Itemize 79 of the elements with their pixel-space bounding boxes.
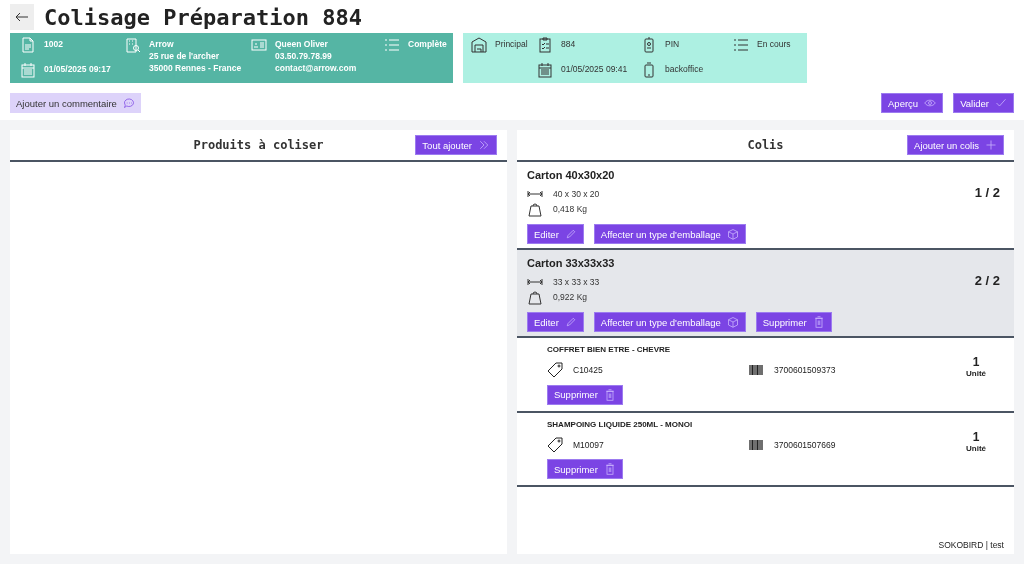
product-quantity: 1 xyxy=(972,429,980,444)
preview-button[interactable]: Aperçu xyxy=(881,93,944,113)
tag-icon xyxy=(547,436,563,453)
customer-line: Arrow xyxy=(149,39,175,49)
pencil-icon xyxy=(564,316,577,328)
device-name: backoffice xyxy=(665,64,704,74)
customer-line: 25 rue de l'archer xyxy=(149,51,221,61)
order-date: 01/05/2025 09:17 xyxy=(44,64,111,74)
warehouse-name: Principal xyxy=(495,39,528,49)
product-reference: C10425 xyxy=(573,365,604,375)
preparation-number: 884 xyxy=(561,39,576,49)
tag-icon xyxy=(547,362,563,378)
delete-button[interactable]: Supprimer xyxy=(755,312,832,332)
barcode-icon xyxy=(748,362,764,378)
product-quantity: 1 xyxy=(972,355,980,369)
panel-title: Colis xyxy=(747,138,784,152)
package-count: 1 / 2 xyxy=(974,185,1001,200)
double-chevron-icon xyxy=(478,139,490,151)
checklist-icon xyxy=(384,37,400,53)
speech-bubble-icon xyxy=(122,97,135,109)
contact-line: 03.50.79.78.99 xyxy=(275,51,333,61)
product-name: COFFRET BIEN ETRE - CHEVRE xyxy=(547,345,672,354)
order-status: Complète xyxy=(408,39,447,49)
panel-title: Produits à coliser xyxy=(193,138,324,152)
phone-icon xyxy=(641,62,657,78)
footer-text: SOKOBIRD | test xyxy=(937,540,1005,552)
add-comment-button[interactable]: Ajouter un commentaire xyxy=(10,93,141,113)
calendar-icon xyxy=(537,62,553,78)
clipboard-icon xyxy=(537,37,553,53)
calendar-icon xyxy=(20,62,36,78)
eye-icon xyxy=(924,97,937,109)
add-all-button[interactable]: Tout ajouter xyxy=(415,135,497,155)
product-reference: M10097 xyxy=(573,439,605,450)
product-barcode: 3700601507669 xyxy=(774,439,836,450)
preparation-date: 01/05/2025 09:41 xyxy=(561,64,628,74)
quantity-unit: Unité xyxy=(966,369,986,378)
delete-button[interactable]: Supprimer xyxy=(547,384,623,405)
package-dimensions: 40 x 30 x 20 xyxy=(553,188,600,199)
package-name: Carton 33x33x33 xyxy=(527,257,616,269)
contact-line: Queen Oliver xyxy=(275,39,329,49)
document-icon xyxy=(20,37,36,53)
weight-icon xyxy=(527,200,543,217)
trash-icon xyxy=(603,463,616,475)
quantity-unit: Unité xyxy=(966,443,986,453)
preparation-status: En cours xyxy=(757,39,791,49)
order-number: 1002 xyxy=(44,39,63,49)
trash-icon xyxy=(603,388,616,401)
delete-button[interactable]: Supprimer xyxy=(547,459,623,479)
id-badge-icon xyxy=(641,37,657,53)
validate-button[interactable]: Valider xyxy=(953,93,1014,113)
product-barcode: 3700601509373 xyxy=(774,365,836,375)
back-button[interactable] xyxy=(10,4,34,30)
add-package-button[interactable]: Ajouter un colis xyxy=(907,135,1004,155)
building-icon xyxy=(125,37,141,53)
warehouse-icon xyxy=(471,37,487,53)
product-name: SHAMPOING LIQUIDE 250ML - MONOI xyxy=(547,419,694,429)
edit-button[interactable]: Editer xyxy=(527,224,584,244)
weight-icon xyxy=(527,288,543,305)
box-icon xyxy=(726,316,739,328)
package-dimensions: 33 x 33 x 33 xyxy=(553,276,600,287)
packaging-button[interactable]: Affecter un type d'emballage xyxy=(593,224,746,244)
box-icon xyxy=(726,228,739,240)
contact-card-icon xyxy=(251,37,267,53)
check-icon xyxy=(995,97,1007,109)
pin-label: PIN xyxy=(665,39,680,49)
page-title: Colisage Préparation 884 xyxy=(44,4,362,30)
checklist-icon xyxy=(733,37,749,53)
package-name: Carton 40x30x20 xyxy=(527,169,616,181)
customer-line: 35000 Rennes - France xyxy=(149,63,242,73)
contact-line: contact@arrow.com xyxy=(275,63,357,73)
package-row[interactable]: Carton 33x33x33 33 x 33 x 33 0,922 Kg 2 / 2 Editer Affecter un type d'emballage Supprimer xyxy=(517,250,1014,338)
edit-button[interactable]: Editer xyxy=(527,312,584,332)
plus-icon xyxy=(985,139,997,151)
package-count: 2 / 2 xyxy=(974,273,1001,288)
package-weight: 0,418 Kg xyxy=(553,203,588,214)
trash-icon xyxy=(812,316,825,328)
packaging-button[interactable]: Affecter un type d'emballage xyxy=(593,312,746,332)
package-weight: 0,922 Kg xyxy=(553,291,588,302)
pencil-icon xyxy=(564,228,577,240)
